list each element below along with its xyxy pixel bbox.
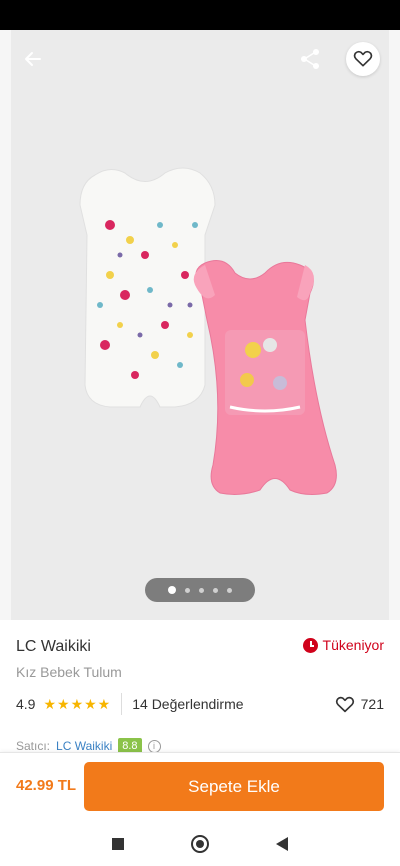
- add-to-cart-button[interactable]: Sepete Ekle: [84, 762, 384, 811]
- share-icon: [301, 49, 319, 69]
- product-gallery[interactable]: [0, 30, 400, 620]
- pagination-dot[interactable]: [227, 587, 232, 593]
- gallery-edge-right: [389, 30, 400, 620]
- pagination-dot-active[interactable]: [168, 586, 176, 594]
- clock-icon: [302, 637, 318, 653]
- square-icon: [112, 838, 124, 850]
- gallery-pagination: [145, 578, 255, 602]
- heart-icon: [353, 50, 373, 67]
- product-image[interactable]: [65, 145, 350, 525]
- white-romper: [79, 167, 216, 408]
- divider: [121, 693, 123, 715]
- favorite-button[interactable]: [346, 42, 380, 76]
- heart-outline-icon: [335, 696, 354, 713]
- rating-value: 4.9: [16, 696, 36, 712]
- circle-icon: [191, 835, 209, 853]
- share-button[interactable]: [293, 42, 327, 76]
- system-nav-bar: [0, 818, 400, 866]
- favorite-count-value: 721: [360, 696, 384, 712]
- arrow-left-icon: [25, 52, 41, 66]
- recent-apps-button[interactable]: [108, 834, 128, 854]
- home-button[interactable]: [190, 834, 210, 854]
- pagination-dot[interactable]: [185, 587, 190, 593]
- back-button[interactable]: [16, 42, 50, 76]
- seller-link[interactable]: LC Waikiki: [56, 739, 112, 753]
- seller-label: Satıcı:: [16, 739, 51, 753]
- pagination-dot[interactable]: [213, 587, 218, 593]
- favorite-count[interactable]: 721: [335, 695, 384, 713]
- product-info: LC Waikiki Tükeniyor Kız Bebek Tulum 4.9…: [0, 620, 400, 755]
- rating-row: 4.9 ★★★★★ 14 Değerlendirme 721: [16, 693, 384, 715]
- pink-romper: [193, 260, 337, 495]
- star-rating-icon: ★★★★★: [43, 695, 112, 712]
- gallery-edge-left: [0, 30, 11, 620]
- info-icon[interactable]: i: [147, 739, 161, 753]
- brand-name[interactable]: LC Waikiki: [16, 638, 91, 656]
- stock-status: Tükeniyor: [302, 637, 384, 653]
- system-back-button[interactable]: [272, 834, 292, 854]
- purchase-bar: 42.99 TL Sepete Ekle: [0, 752, 400, 818]
- review-count-link[interactable]: 14 Değerlendirme: [132, 696, 243, 712]
- triangle-back-icon: [276, 837, 288, 851]
- pagination-dot[interactable]: [199, 587, 204, 593]
- price: 42.99 TL: [16, 777, 77, 794]
- product-name: Kız Bebek Tulum: [16, 664, 122, 680]
- status-bar: [0, 0, 400, 30]
- stock-status-label: Tükeniyor: [322, 637, 384, 653]
